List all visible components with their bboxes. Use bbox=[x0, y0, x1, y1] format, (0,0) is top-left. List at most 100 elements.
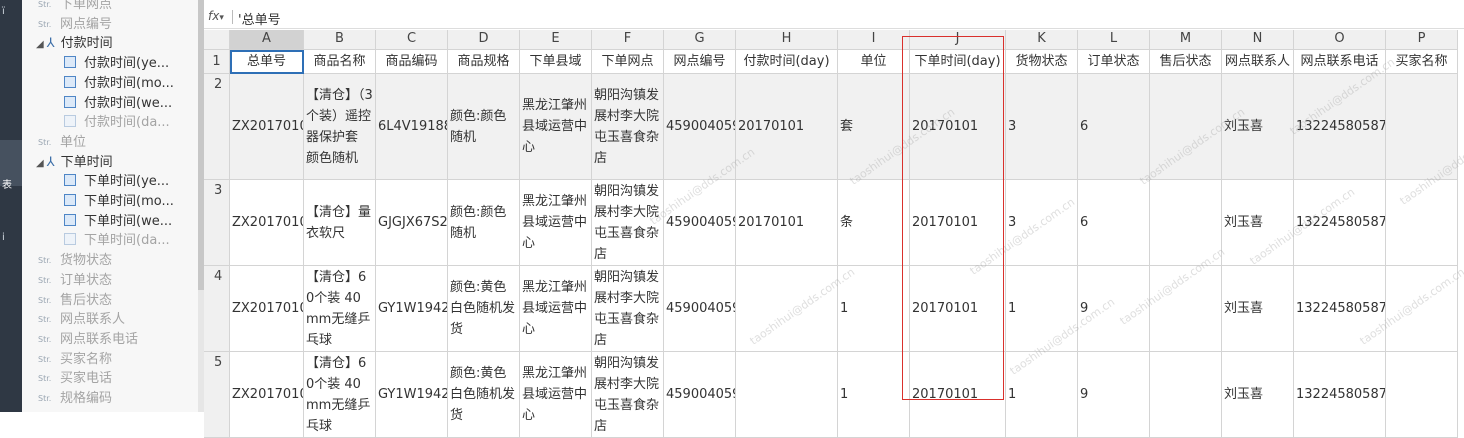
data-cell[interactable]: 刘玉喜 bbox=[1222, 352, 1294, 438]
data-cell[interactable] bbox=[1386, 352, 1458, 438]
field-item[interactable]: Str. 规格编码 bbox=[38, 389, 112, 409]
field-item[interactable]: 下单时间(mo... bbox=[64, 192, 174, 212]
column-header[interactable]: J bbox=[910, 30, 1006, 50]
header-cell[interactable]: 订单状态 bbox=[1078, 50, 1150, 74]
data-cell[interactable]: 朝阳沟镇发展村李大院屯玉喜食杂店 bbox=[592, 266, 664, 352]
data-cell[interactable]: 20170101 bbox=[736, 180, 838, 266]
data-cell[interactable]: 黑龙江肇州县域运营中心 bbox=[520, 266, 592, 352]
column-header[interactable]: G bbox=[664, 30, 736, 50]
data-cell[interactable] bbox=[1150, 266, 1222, 352]
field-item[interactable]: Str. 买家电话 bbox=[38, 369, 112, 389]
field-item[interactable]: 下单时间(da... bbox=[64, 231, 170, 251]
header-cell[interactable]: 总单号 bbox=[230, 50, 304, 74]
data-cell[interactable]: 1 bbox=[1006, 352, 1078, 438]
data-cell[interactable]: 颜色:黄色白色随机发货 bbox=[448, 352, 520, 438]
data-cell[interactable]: GY1W194250 bbox=[376, 352, 448, 438]
data-cell[interactable] bbox=[736, 266, 838, 352]
data-cell[interactable]: 刘玉喜 bbox=[1222, 74, 1294, 180]
header-cell[interactable]: 单位 bbox=[838, 50, 910, 74]
field-item[interactable]: 付款时间(mo... bbox=[64, 74, 174, 94]
data-cell[interactable]: GY1W194250 bbox=[376, 266, 448, 352]
header-cell[interactable]: 货物状态 bbox=[1006, 50, 1078, 74]
field-item[interactable]: Str. 网点联系电话 bbox=[38, 330, 138, 350]
field-item[interactable]: Str. 网点联系人 bbox=[38, 310, 125, 330]
field-item[interactable]: Str. 订单状态 bbox=[38, 271, 112, 291]
field-item[interactable]: 付款时间(ye... bbox=[64, 54, 169, 74]
header-cell[interactable]: 商品名称 bbox=[304, 50, 376, 74]
data-cell[interactable]: 朝阳沟镇发展村李大院屯玉喜食杂店 bbox=[592, 180, 664, 266]
header-cell[interactable]: 下单网点 bbox=[592, 50, 664, 74]
data-cell[interactable]: 45900405951 bbox=[664, 74, 736, 180]
header-cell[interactable]: 付款时间(day) bbox=[736, 50, 838, 74]
column-header[interactable]: D bbox=[448, 30, 520, 50]
row-header[interactable]: 3 bbox=[204, 180, 230, 266]
data-cell[interactable] bbox=[1386, 74, 1458, 180]
field-item[interactable]: 付款时间(da... bbox=[64, 113, 170, 133]
data-cell[interactable]: 6L4V191882 bbox=[376, 74, 448, 180]
column-header[interactable]: N bbox=[1222, 30, 1294, 50]
column-header[interactable]: I bbox=[838, 30, 910, 50]
header-cell[interactable]: 售后状态 bbox=[1150, 50, 1222, 74]
data-cell[interactable]: 【清仓】60个装 40mm无缝乒乓球 bbox=[304, 266, 376, 352]
data-cell[interactable]: 20170101 bbox=[910, 352, 1006, 438]
data-cell[interactable]: 20170101 bbox=[910, 266, 1006, 352]
data-cell[interactable]: 45900405951 bbox=[664, 266, 736, 352]
collapse-triangle-icon[interactable]: ◢ bbox=[36, 158, 44, 169]
data-cell[interactable]: 20170101 bbox=[910, 180, 1006, 266]
row-header[interactable]: 1 bbox=[204, 50, 230, 74]
header-cell[interactable]: 网点联系电话 bbox=[1294, 50, 1386, 74]
column-header[interactable]: C bbox=[376, 30, 448, 50]
column-header[interactable]: O bbox=[1294, 30, 1386, 50]
data-cell[interactable] bbox=[1150, 180, 1222, 266]
header-cell[interactable]: 下单县域 bbox=[520, 50, 592, 74]
data-cell[interactable]: 13224580587 bbox=[1294, 180, 1386, 266]
data-cell[interactable]: ZX20170101 bbox=[230, 180, 304, 266]
select-all-corner[interactable] bbox=[204, 30, 230, 50]
field-item[interactable]: Str. 买家名称 bbox=[38, 350, 112, 370]
field-item[interactable]: 付款时间(we... bbox=[64, 94, 172, 114]
data-cell[interactable]: 颜色:颜色随机 bbox=[448, 74, 520, 180]
field-item[interactable]: ◢ ⅄ 下单时间 bbox=[36, 153, 113, 173]
data-cell[interactable]: ZX20170101 bbox=[230, 352, 304, 438]
data-cell[interactable]: ZX20170101 bbox=[230, 74, 304, 180]
formula-input[interactable]: '总单号 bbox=[238, 9, 281, 28]
data-cell[interactable]: 45900405951 bbox=[664, 352, 736, 438]
data-cell[interactable]: 【清仓】60个装 40mm无缝乒乓球 bbox=[304, 352, 376, 438]
field-item[interactable]: Str. 网点编号 bbox=[38, 15, 112, 35]
data-cell[interactable]: GJGJX67S25 bbox=[376, 180, 448, 266]
data-cell[interactable]: 6 bbox=[1078, 74, 1150, 180]
column-header[interactable]: M bbox=[1150, 30, 1222, 50]
header-cell[interactable]: 网点编号 bbox=[664, 50, 736, 74]
field-item[interactable]: 下单时间(ye... bbox=[64, 172, 169, 192]
data-cell[interactable]: 3 bbox=[1006, 74, 1078, 180]
row-header[interactable]: 5 bbox=[204, 352, 230, 438]
field-item[interactable]: ◢ ⅄ 付款时间 bbox=[36, 34, 113, 54]
data-cell[interactable]: 9 bbox=[1078, 266, 1150, 352]
data-cell[interactable]: 9 bbox=[1078, 352, 1150, 438]
header-cell[interactable]: 商品编码 bbox=[376, 50, 448, 74]
field-item[interactable]: 下单时间(we... bbox=[64, 212, 172, 232]
data-cell[interactable]: 朝阳沟镇发展村李大院屯玉喜食杂店 bbox=[592, 352, 664, 438]
header-cell[interactable]: 买家名称 bbox=[1386, 50, 1458, 74]
data-cell[interactable]: 1 bbox=[1006, 266, 1078, 352]
field-item[interactable]: Str. 货物状态 bbox=[38, 251, 112, 271]
data-cell[interactable]: 20170101 bbox=[910, 74, 1006, 180]
header-cell[interactable]: 商品规格 bbox=[448, 50, 520, 74]
data-cell[interactable] bbox=[1150, 352, 1222, 438]
data-cell[interactable]: 13224580587 bbox=[1294, 352, 1386, 438]
data-cell[interactable] bbox=[736, 352, 838, 438]
column-header[interactable]: L bbox=[1078, 30, 1150, 50]
column-header[interactable]: E bbox=[520, 30, 592, 50]
data-cell[interactable]: 13224580587 bbox=[1294, 266, 1386, 352]
data-cell[interactable]: 【清仓】量衣软尺 bbox=[304, 180, 376, 266]
column-header[interactable]: H bbox=[736, 30, 838, 50]
data-cell[interactable]: 黑龙江肇州县域运营中心 bbox=[520, 352, 592, 438]
data-cell[interactable]: 条 bbox=[838, 180, 910, 266]
data-cell[interactable]: 6 bbox=[1078, 180, 1150, 266]
field-item[interactable]: Str. 售后状态 bbox=[38, 291, 112, 311]
data-cell[interactable]: 黑龙江肇州县域运营中心 bbox=[520, 74, 592, 180]
data-cell[interactable]: 20170101 bbox=[736, 74, 838, 180]
column-header[interactable]: K bbox=[1006, 30, 1078, 50]
data-cell[interactable]: 颜色:黄色白色随机发货 bbox=[448, 266, 520, 352]
data-cell[interactable]: 刘玉喜 bbox=[1222, 180, 1294, 266]
